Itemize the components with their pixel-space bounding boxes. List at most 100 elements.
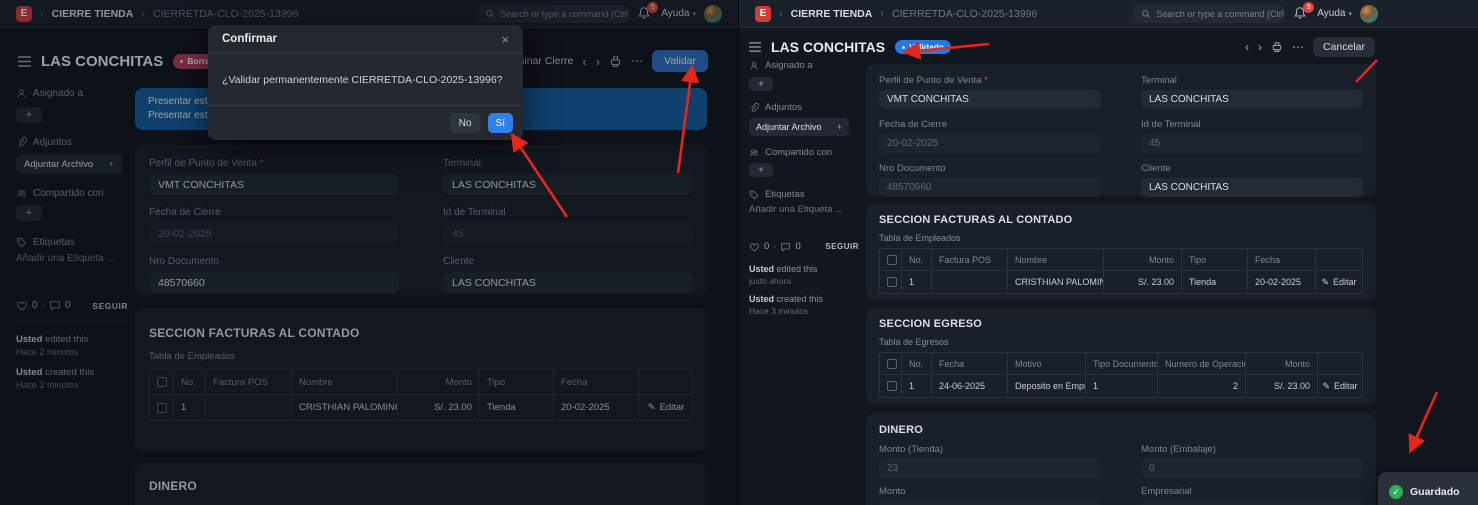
edited-action: edited this <box>777 264 818 274</box>
breadcrumb-doctype[interactable]: CIERRE TIENDA <box>791 8 873 20</box>
col-actions <box>1318 353 1362 374</box>
no-button[interactable]: No <box>450 113 481 133</box>
form-field: Empresarial 1 <box>1141 486 1363 505</box>
pos-profile-input[interactable]: VMT CONCHITAS <box>879 90 1101 109</box>
cell-tipo: Tienda <box>1182 270 1248 293</box>
row-checkbox[interactable] <box>887 381 897 391</box>
col-fecha: Fecha <box>1248 249 1316 270</box>
field-label: Terminal <box>1141 75 1363 86</box>
search-input[interactable]: Search or type a command (Ctrl + G) <box>1133 5 1285 23</box>
form-field: Monto 23 <box>879 486 1101 505</box>
dinero-section-card: DINERO Monto (Tienda) 23 Monto (Embalaje… <box>866 413 1376 505</box>
col-fecha: Fecha <box>932 353 1008 374</box>
col-motivo: Motivo <box>1008 353 1086 374</box>
menu-dots-button[interactable]: ⋯ <box>1292 41 1304 53</box>
notifications-bell-icon[interactable]: 5 <box>1293 6 1309 22</box>
customer-input[interactable]: LAS CONCHITAS <box>1141 178 1363 197</box>
tag-icon <box>749 190 759 200</box>
select-all-checkbox[interactable] <box>887 255 897 265</box>
attach-file-label: Adjuntar Archivo <box>756 122 822 132</box>
like-count: 0 <box>764 241 769 252</box>
yes-button[interactable]: Sí <box>488 113 513 133</box>
dialog-title: Confirmar <box>222 33 277 45</box>
page-title: LAS CONCHITAS <box>771 39 885 55</box>
table-label: Tabla de Egresos <box>879 337 1363 347</box>
close-icon[interactable]: × <box>501 32 509 47</box>
form-field: Monto (Embalaje) 0 <box>1141 444 1363 478</box>
breadcrumb-separator: › <box>880 8 884 20</box>
heart-icon[interactable] <box>749 242 760 252</box>
edit-row-button[interactable]: ✎Editar <box>1316 270 1362 293</box>
cancel-button[interactable]: Cancelar <box>1313 37 1375 57</box>
table-row[interactable]: 1 24-06-2025 Deposito en Empresarial 1 2… <box>880 374 1362 397</box>
check-circle-icon: ✓ <box>1389 485 1403 499</box>
page-header: LAS CONCHITAS Validado ‹ › ⋯ Cancelar <box>749 34 1375 60</box>
col-numero-operacion: Numero de Operacion <box>1158 353 1246 374</box>
toast-label: Guardado <box>1410 486 1460 498</box>
user-avatar[interactable] <box>1360 5 1378 23</box>
empresarial-input: 1 <box>1141 501 1363 505</box>
terminal-input[interactable]: LAS CONCHITAS <box>1141 90 1363 109</box>
comment-count: 0 <box>795 241 800 252</box>
field-label: Monto (Tienda) <box>879 444 1101 455</box>
prev-doc-button[interactable]: ‹ <box>1245 41 1249 53</box>
edited-user: Usted <box>749 264 774 274</box>
col-tipo: Tipo <box>1182 249 1248 270</box>
help-menu[interactable]: Ayuda ▾ <box>1317 8 1352 19</box>
field-label: Cliente <box>1141 163 1363 174</box>
form-field: Perfil de Punto de Venta * VMT CONCHITAS <box>879 75 1101 109</box>
employees-table: No. Factura POS Nombre Monto Tipo Fecha … <box>879 248 1363 294</box>
saved-toast: ✓ Guardado <box>1378 472 1478 505</box>
cell-monto: S/. 23.00 <box>1246 374 1318 397</box>
cell-tipo-documento: 1 <box>1086 374 1158 397</box>
tags-section: Etiquetas <box>749 189 859 200</box>
created-time: Hace 3 minutos <box>749 306 859 316</box>
table-row[interactable]: 1 CRISTHIAN PALOMINO ... S/. 23.00 Tiend… <box>880 270 1362 293</box>
paperclip-icon <box>749 103 759 113</box>
print-icon[interactable] <box>1271 41 1283 53</box>
dialog-header: Confirmar × <box>208 25 523 54</box>
navbar: E › CIERRE TIENDA › CIERRETDA-CLO-2025-1… <box>739 0 1478 28</box>
table-header-row: No. Fecha Motivo Tipo Documento Numero d… <box>880 353 1362 374</box>
follow-button[interactable]: SEGUIR <box>825 242 859 251</box>
header-actions: ‹ › ⋯ Cancelar <box>1245 37 1375 57</box>
egresos-table: No. Fecha Motivo Tipo Documento Numero d… <box>879 352 1363 398</box>
monto-embalaje-input: 0 <box>1141 459 1363 478</box>
edit-row-button[interactable]: ✎Editar <box>1318 374 1362 397</box>
add-tag-input[interactable]: Añadir una Etiqueta ... <box>749 204 859 215</box>
field-label: Monto <box>879 486 1101 497</box>
attach-file-button[interactable]: Adjuntar Archivo + <box>749 118 849 136</box>
col-actions <box>1316 249 1362 270</box>
form-field: Cliente LAS CONCHITAS <box>1141 163 1363 197</box>
row-checkbox[interactable] <box>887 277 897 287</box>
cell-numero-operacion: 2 <box>1158 374 1246 397</box>
pane-draft-state: E › CIERRE TIENDA › CIERRETDA-CLO-2025-1… <box>0 0 738 505</box>
form-field: Id de Terminal 45 <box>1141 119 1363 153</box>
col-factura-pos: Factura POS <box>932 249 1008 270</box>
search-icon <box>1141 9 1151 19</box>
dialog-message: ¿Validar permanentemente CIERRETDA-CLO-2… <box>208 54 523 106</box>
attachments-section: Adjuntos <box>749 102 859 113</box>
sidebar-toggle-icon[interactable] <box>749 42 761 52</box>
form-field: Fecha de Cierre 20-02-2025 <box>879 119 1101 153</box>
app-logo[interactable]: E <box>755 6 771 22</box>
form-field: Nro Documento 48570660 <box>879 163 1101 197</box>
comment-icon[interactable] <box>780 242 791 252</box>
form-main: Perfil de Punto de Venta * VMT CONCHITAS… <box>866 64 1376 505</box>
cell-factura-pos <box>932 270 1008 293</box>
select-all-checkbox[interactable] <box>887 359 897 369</box>
add-share-button[interactable]: + <box>749 163 773 177</box>
notification-count-badge: 5 <box>1303 2 1314 13</box>
tags-label: Etiquetas <box>765 189 805 200</box>
breadcrumb-document[interactable]: CIERRETDA-CLO-2025-13996 <box>892 8 1037 20</box>
edit-label: Editar <box>1334 381 1358 391</box>
assigned-to-section: Asignado a <box>749 60 859 71</box>
cell-monto: S/. 23.00 <box>1104 270 1182 293</box>
monto-tienda-input: 23 <box>879 459 1101 478</box>
chevron-down-icon: ▾ <box>1348 10 1352 18</box>
form-field: Monto (Tienda) 23 <box>879 444 1101 478</box>
created-action: created this <box>777 294 824 304</box>
add-assignment-button[interactable]: + <box>749 77 773 91</box>
next-doc-button[interactable]: › <box>1258 41 1262 53</box>
edited-by-line: Usted edited this <box>749 264 859 274</box>
